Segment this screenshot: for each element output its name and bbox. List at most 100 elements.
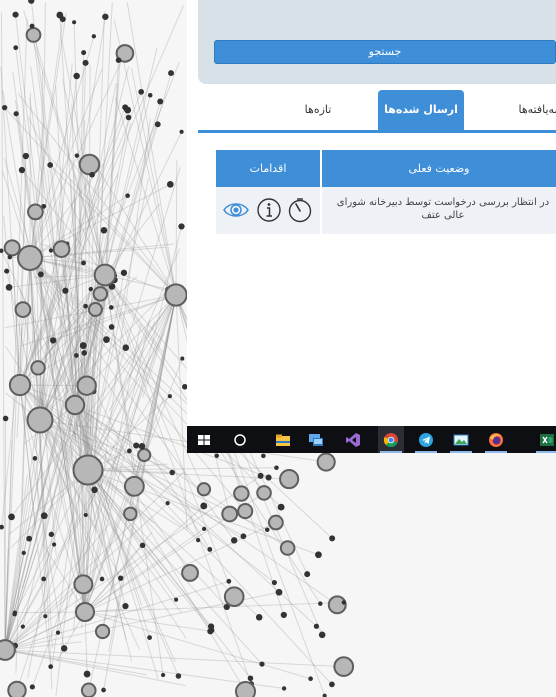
network-node bbox=[125, 193, 130, 199]
network-node bbox=[12, 611, 17, 617]
network-node bbox=[81, 260, 86, 266]
network-node bbox=[8, 513, 15, 521]
network-hub-node bbox=[26, 406, 54, 434]
network-node bbox=[207, 623, 215, 630]
network-node bbox=[304, 571, 311, 578]
network-node bbox=[27, 203, 44, 221]
network-hub-node bbox=[8, 373, 32, 397]
visual-studio-icon[interactable] bbox=[340, 426, 366, 453]
network-node bbox=[233, 485, 250, 502]
network-node bbox=[138, 443, 146, 450]
network-node bbox=[147, 92, 153, 98]
network-node bbox=[234, 681, 257, 697]
windows-start-icon[interactable] bbox=[191, 426, 217, 453]
network-node bbox=[329, 535, 336, 542]
network-node bbox=[139, 542, 146, 549]
network-node bbox=[271, 579, 277, 586]
timer-icon[interactable] bbox=[286, 196, 314, 224]
network-node bbox=[43, 614, 48, 619]
search-panel: جستجو bbox=[198, 0, 556, 84]
network-node bbox=[83, 670, 91, 678]
image-viewer-icon[interactable] bbox=[448, 426, 474, 453]
table-row: در انتظار بررسی درخواست توسط دبیرخانه شو… bbox=[216, 187, 556, 234]
chrome-icon[interactable] bbox=[378, 426, 404, 453]
network-node bbox=[2, 415, 9, 422]
network-node bbox=[0, 524, 4, 530]
app-window: جستجو تازه‌ها ارسال شده‌ها خاتمه‌یافته‌ه… bbox=[187, 0, 556, 426]
network-node bbox=[18, 166, 26, 174]
network-node bbox=[157, 98, 164, 105]
network-node bbox=[73, 574, 94, 595]
network-node bbox=[120, 269, 128, 276]
tab-bar: تازه‌ها ارسال شده‌ها خاتمه‌یافته‌ها bbox=[187, 90, 556, 130]
network-node bbox=[322, 693, 327, 697]
network-node bbox=[52, 240, 71, 259]
network-hub-node bbox=[164, 283, 188, 307]
network-node bbox=[265, 474, 272, 481]
file-explorer-icon[interactable] bbox=[270, 426, 296, 453]
network-node bbox=[257, 472, 264, 479]
network-node bbox=[25, 27, 42, 43]
network-node bbox=[168, 70, 174, 77]
network-node bbox=[256, 485, 272, 501]
network-node bbox=[165, 501, 170, 506]
telegram-icon[interactable] bbox=[413, 426, 439, 453]
network-node bbox=[5, 284, 13, 291]
network-node bbox=[7, 680, 27, 697]
tab-new[interactable]: تازه‌ها bbox=[298, 90, 338, 130]
network-node bbox=[247, 675, 254, 682]
network-node bbox=[48, 664, 54, 669]
header-actions: اقدامات bbox=[216, 150, 320, 187]
network-node bbox=[91, 34, 97, 39]
network-node bbox=[137, 447, 152, 463]
cell-actions bbox=[216, 187, 320, 234]
network-node bbox=[123, 475, 145, 497]
header-status: وضعیت فعلی bbox=[322, 150, 556, 187]
network-node bbox=[277, 503, 285, 511]
remote-desktop-icon[interactable] bbox=[303, 426, 329, 453]
network-node bbox=[83, 512, 88, 517]
network-node bbox=[79, 342, 87, 349]
network-node bbox=[318, 631, 326, 639]
network-node bbox=[101, 687, 106, 693]
excel-icon[interactable] bbox=[534, 426, 556, 453]
network-node bbox=[103, 336, 110, 343]
network-node bbox=[230, 537, 238, 544]
network-node bbox=[59, 16, 66, 23]
network-node bbox=[167, 394, 172, 399]
network-node bbox=[279, 540, 296, 556]
firefox-icon[interactable] bbox=[483, 426, 509, 453]
network-node bbox=[255, 613, 263, 621]
network-node bbox=[72, 20, 77, 25]
network-node bbox=[126, 448, 132, 454]
search-button[interactable]: جستجو bbox=[214, 40, 556, 64]
network-node bbox=[81, 350, 87, 356]
network-node bbox=[28, 0, 35, 4]
network-node bbox=[274, 465, 279, 471]
network-node bbox=[313, 623, 320, 629]
network-node bbox=[80, 682, 97, 697]
table-header: اقدامات وضعیت فعلی bbox=[216, 150, 556, 187]
network-node bbox=[91, 486, 98, 494]
network-node bbox=[48, 531, 55, 538]
network-node bbox=[73, 72, 80, 80]
tab-sent[interactable]: ارسال شده‌ها bbox=[378, 90, 464, 130]
network-node bbox=[47, 162, 54, 168]
network-node bbox=[117, 575, 124, 581]
network-node bbox=[102, 13, 109, 20]
network-node bbox=[7, 255, 13, 260]
network-node bbox=[174, 597, 179, 602]
network-node bbox=[275, 588, 283, 596]
eye-icon[interactable] bbox=[222, 196, 250, 224]
network-node bbox=[154, 121, 161, 128]
network-node bbox=[147, 635, 152, 640]
network-node bbox=[74, 153, 80, 158]
info-icon[interactable] bbox=[255, 196, 283, 224]
network-node bbox=[259, 661, 265, 667]
network-node bbox=[226, 578, 232, 584]
network-node bbox=[133, 442, 140, 449]
network-node bbox=[264, 527, 270, 533]
cortana-search-icon[interactable] bbox=[227, 426, 253, 453]
network-hub-node bbox=[0, 639, 16, 661]
tab-finished[interactable]: خاتمه‌یافته‌ها bbox=[484, 90, 556, 130]
